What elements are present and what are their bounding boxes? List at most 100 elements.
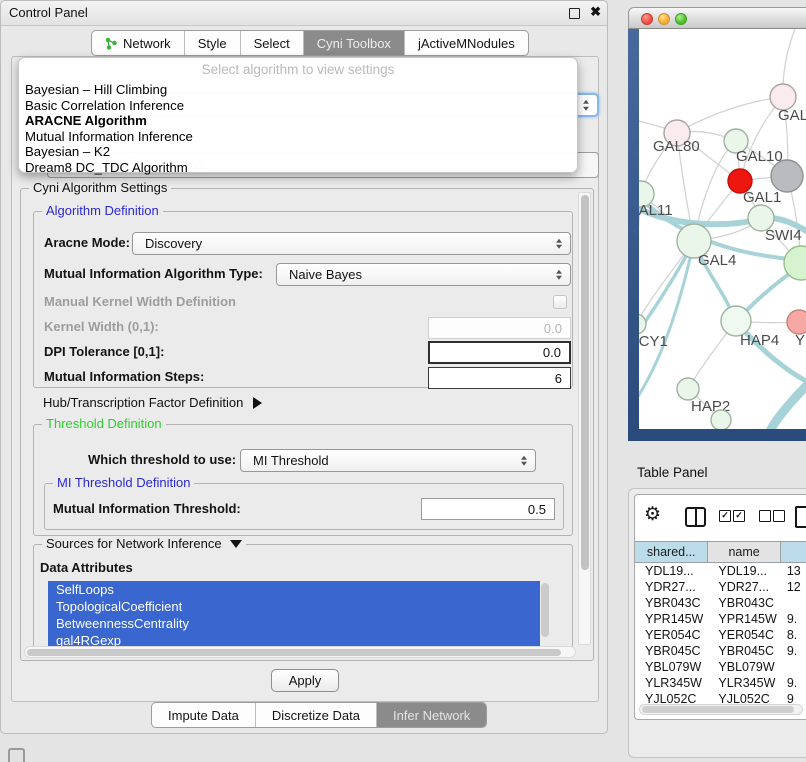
settings-vertical-scrollbar[interactable] — [578, 192, 591, 645]
table-row[interactable]: YBR043CYBR043C — [635, 595, 806, 611]
network-node[interactable] — [639, 314, 646, 334]
mi-type-label: Mutual Information Algorithm Type: — [44, 263, 263, 285]
group-title: Cyni Algorithm Settings — [29, 180, 171, 196]
table-horizontal-scrollbar[interactable] — [639, 704, 803, 715]
dropdown-item[interactable]: Bayesian – Hill Climbing — [23, 82, 573, 98]
network-node-label: SWI4 — [765, 227, 802, 244]
expander-arrow-icon — [253, 397, 262, 409]
list-scrollbar[interactable] — [540, 581, 550, 650]
mi-threshold-field[interactable] — [421, 498, 555, 520]
dpi-tolerance-field[interactable] — [428, 341, 571, 364]
minimize-traffic-icon[interactable] — [658, 13, 670, 25]
table-header: shared... name — [635, 541, 806, 563]
manual-kernel-width-checkbox[interactable] — [553, 295, 567, 309]
tab-network[interactable]: Network — [92, 31, 184, 55]
mi-algorithm-type-combobox[interactable]: Naive Bayes — [276, 263, 571, 286]
tab-impute-data[interactable]: Impute Data — [152, 703, 255, 727]
network-node[interactable] — [787, 310, 806, 334]
aracne-mode-label: Aracne Mode: — [44, 232, 130, 254]
which-threshold-combobox[interactable]: MI Threshold — [240, 449, 536, 472]
network-node[interactable] — [711, 410, 731, 429]
list-item[interactable]: SelfLoops — [48, 581, 550, 598]
network-node[interactable] — [771, 160, 803, 192]
float-window-icon[interactable] — [569, 8, 580, 19]
hub-factor-expander[interactable]: Hub/Transcription Factor Definition — [43, 395, 262, 410]
column-header-name[interactable]: name — [708, 542, 780, 562]
mi-steps-label: Mutual Information Steps: — [44, 366, 204, 388]
table-cell: YPR145W — [635, 611, 708, 627]
combo-arrows-icon — [583, 100, 589, 111]
tab-discretize-data[interactable]: Discretize Data — [255, 703, 376, 727]
dropdown-item[interactable]: Mutual Information Inference — [23, 129, 573, 145]
list-item[interactable]: BetweennessCentrality — [48, 615, 550, 632]
select-all-icon[interactable]: ✓ — [733, 510, 745, 522]
table-row[interactable]: YDL19...YDL19...13 — [635, 563, 806, 579]
sources-group: Sources for Network Inference Data Attri… — [33, 544, 573, 649]
table-row[interactable]: YBR045CYBR045C9. — [635, 643, 806, 659]
apply-button[interactable]: Apply — [271, 669, 339, 692]
network-view-window: GALGAL80GAL10GAL1GAL11SWI4GAL4GCY1HAP4YH… — [628, 7, 806, 441]
table-row[interactable]: YDR27...YDR27...12 — [635, 579, 806, 595]
network-node[interactable] — [677, 378, 699, 400]
dropdown-list: Bayesian – Hill Climbing Basic Correlati… — [23, 82, 573, 175]
deselect-all-icon[interactable] — [773, 510, 785, 522]
collapse-arrow-icon[interactable] — [230, 540, 242, 548]
data-attributes-list[interactable]: SelfLoops TopologicalCoefficient Between… — [48, 581, 550, 650]
split-columns-icon[interactable] — [685, 507, 706, 527]
which-threshold-label: Which threshold to use: — [88, 449, 236, 471]
table-cell: 9. — [781, 643, 806, 659]
dropdown-item[interactable]: Dream8 DC_TDC Algorithm — [23, 160, 573, 176]
algorithm-definition-group: Algorithm Definition Aracne Mode: Discov… — [33, 211, 573, 388]
dropdown-item[interactable]: Bayesian – K2 — [23, 144, 573, 160]
table-cell: 8. — [781, 627, 806, 643]
network-canvas[interactable]: GALGAL80GAL10GAL1GAL11SWI4GAL4GCY1HAP4YH… — [639, 29, 806, 429]
table-cell: YLR345W — [708, 675, 780, 691]
table-cell — [781, 595, 806, 611]
table-row[interactable]: YJL052CYJL052C9 — [635, 691, 806, 704]
network-node-label: GAL1 — [743, 189, 781, 206]
deselect-all-icon[interactable] — [759, 510, 771, 522]
dropdown-item-selected[interactable]: ARACNE Algorithm — [23, 113, 573, 129]
column-header-cut[interactable] — [781, 542, 806, 562]
tab-cyni-toolbox[interactable]: Cyni Toolbox — [303, 31, 404, 55]
tab-select[interactable]: Select — [240, 31, 303, 55]
table-cell: YBR043C — [708, 595, 780, 611]
zoom-traffic-icon[interactable] — [675, 13, 687, 25]
kernel-width-field[interactable] — [428, 317, 571, 339]
close-icon[interactable]: ✖ — [590, 4, 601, 20]
column-header-shared[interactable]: shared... — [635, 542, 708, 562]
network-node-label: Y — [795, 332, 805, 349]
dropdown-item[interactable]: Basic Correlation Inference — [23, 98, 573, 114]
table-cell: YBR045C — [708, 643, 780, 659]
table-cell: 12 — [781, 579, 806, 595]
table-row[interactable]: YPR145WYPR145W9. — [635, 611, 806, 627]
network-node-label: HAP4 — [740, 332, 779, 349]
select-all-icon[interactable]: ✓ — [719, 510, 731, 522]
table-rows: YDL19...YDL19...13YDR27...YDR27...12YBR0… — [635, 563, 806, 704]
tab-label: Impute Data — [168, 708, 239, 723]
tab-style[interactable]: Style — [184, 31, 240, 55]
cut-corner-icon[interactable] — [8, 748, 25, 762]
table-cell: YJL052C — [708, 691, 780, 704]
close-traffic-icon[interactable] — [641, 13, 653, 25]
table-row[interactable]: YLR345WYLR345W9. — [635, 675, 806, 691]
table-cell: YBR045C — [635, 643, 708, 659]
aracne-mode-combobox[interactable]: Discovery — [132, 232, 571, 255]
table-cell: YDL19... — [635, 563, 708, 579]
list-item[interactable]: TopologicalCoefficient — [48, 598, 550, 615]
algorithm-dropdown-popup: Select algorithm to view settings Bayesi… — [18, 57, 578, 173]
table-cell: YBL079W — [635, 659, 708, 675]
cyni-algorithm-settings-group: Cyni Algorithm Settings Algorithm Defini… — [20, 188, 594, 661]
combo-arrows-icon — [556, 238, 562, 249]
table-row[interactable]: YBL079WYBL079W — [635, 659, 806, 675]
table-row[interactable]: YER054CYER054C8. — [635, 627, 806, 643]
column-document-icon[interactable] — [795, 506, 806, 528]
mi-steps-field[interactable] — [428, 367, 571, 389]
table-cell: YDR27... — [635, 579, 708, 595]
tab-label: Cyni Toolbox — [317, 36, 391, 51]
settings-horizontal-scrollbar[interactable] — [24, 646, 576, 658]
table-card: ⚙ ✓ ✓ shared... name YDL19...YDL19...13Y… — [634, 494, 806, 720]
tab-jactivemnodules[interactable]: jActiveMNodules — [404, 31, 528, 55]
tab-infer-network[interactable]: Infer Network — [376, 703, 486, 727]
table-settings-gear-icon[interactable]: ⚙ — [644, 503, 661, 526]
